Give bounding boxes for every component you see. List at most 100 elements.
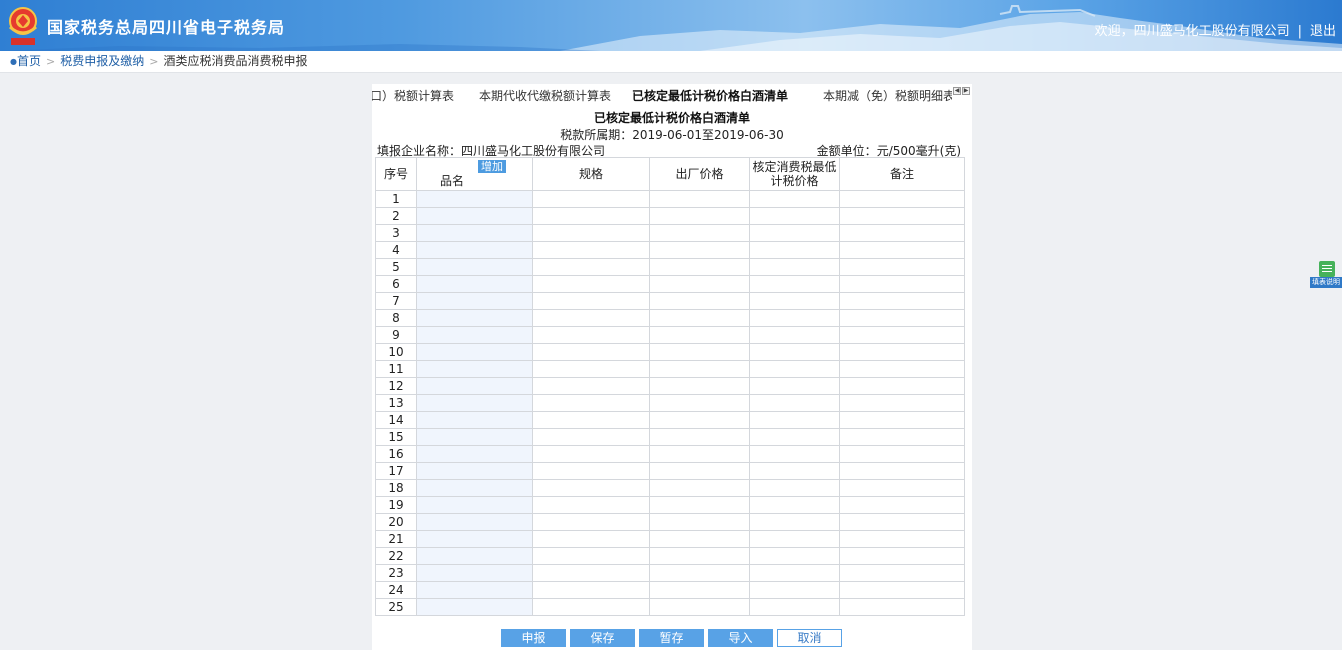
factory-price-cell[interactable] — [649, 275, 750, 293]
remark-cell[interactable] — [839, 564, 965, 582]
form-instructions-widget[interactable]: 填表说明 — [1310, 259, 1342, 289]
min-price-cell[interactable] — [749, 190, 840, 208]
min-price-cell[interactable] — [749, 241, 840, 259]
factory-price-cell[interactable] — [649, 564, 750, 582]
name-cell[interactable] — [416, 224, 533, 242]
name-cell[interactable] — [416, 598, 533, 616]
spec-cell[interactable] — [532, 581, 650, 599]
tab-scroll-left-icon[interactable]: ◀ — [953, 87, 961, 95]
min-price-cell[interactable] — [749, 428, 840, 446]
spec-cell[interactable] — [532, 241, 650, 259]
spec-cell[interactable] — [532, 292, 650, 310]
min-price-cell[interactable] — [749, 394, 840, 412]
factory-price-cell[interactable] — [649, 462, 750, 480]
min-price-cell[interactable] — [749, 547, 840, 565]
min-price-cell[interactable] — [749, 309, 840, 327]
spec-cell[interactable] — [532, 224, 650, 242]
spec-cell[interactable] — [532, 411, 650, 429]
spec-cell[interactable] — [532, 275, 650, 293]
name-cell[interactable] — [416, 428, 533, 446]
min-price-cell[interactable] — [749, 598, 840, 616]
remark-cell[interactable] — [839, 496, 965, 514]
factory-price-cell[interactable] — [649, 190, 750, 208]
factory-price-cell[interactable] — [649, 377, 750, 395]
spec-cell[interactable] — [532, 360, 650, 378]
remark-cell[interactable] — [839, 360, 965, 378]
factory-price-cell[interactable] — [649, 309, 750, 327]
name-cell[interactable] — [416, 513, 533, 531]
factory-price-cell[interactable] — [649, 445, 750, 463]
name-cell[interactable] — [416, 547, 533, 565]
remark-cell[interactable] — [839, 190, 965, 208]
remark-cell[interactable] — [839, 428, 965, 446]
remark-cell[interactable] — [839, 547, 965, 565]
remark-cell[interactable] — [839, 530, 965, 548]
breadcrumb-section-link[interactable]: 税费申报及缴纳 — [60, 54, 144, 68]
remark-cell[interactable] — [839, 275, 965, 293]
name-cell[interactable] — [416, 241, 533, 259]
factory-price-cell[interactable] — [649, 496, 750, 514]
name-cell[interactable] — [416, 496, 533, 514]
spec-cell[interactable] — [532, 547, 650, 565]
min-price-cell[interactable] — [749, 207, 840, 225]
breadcrumb-home-link[interactable]: 首页 — [17, 54, 41, 68]
name-cell[interactable] — [416, 462, 533, 480]
name-cell[interactable] — [416, 343, 533, 361]
remark-cell[interactable] — [839, 343, 965, 361]
remark-cell[interactable] — [839, 462, 965, 480]
add-row-button[interactable]: 增加 — [478, 160, 506, 173]
name-cell[interactable] — [416, 564, 533, 582]
spec-cell[interactable] — [532, 496, 650, 514]
remark-cell[interactable] — [839, 207, 965, 225]
remark-cell[interactable] — [839, 581, 965, 599]
factory-price-cell[interactable] — [649, 428, 750, 446]
name-cell[interactable] — [416, 394, 533, 412]
min-price-cell[interactable] — [749, 462, 840, 480]
tab-tax-relief-detail[interactable]: 本期减（免）税额明细表 — [823, 87, 952, 104]
factory-price-cell[interactable] — [649, 360, 750, 378]
name-cell[interactable] — [416, 258, 533, 276]
min-price-cell[interactable] — [749, 275, 840, 293]
cancel-button[interactable]: 取消 — [777, 629, 842, 647]
spec-cell[interactable] — [532, 445, 650, 463]
remark-cell[interactable] — [839, 224, 965, 242]
remark-cell[interactable] — [839, 479, 965, 497]
name-cell[interactable] — [416, 581, 533, 599]
min-price-cell[interactable] — [749, 377, 840, 395]
spec-cell[interactable] — [532, 479, 650, 497]
factory-price-cell[interactable] — [649, 530, 750, 548]
name-cell[interactable] — [416, 190, 533, 208]
name-cell[interactable] — [416, 377, 533, 395]
name-cell[interactable] — [416, 530, 533, 548]
min-price-cell[interactable] — [749, 581, 840, 599]
min-price-cell[interactable] — [749, 445, 840, 463]
spec-cell[interactable] — [532, 564, 650, 582]
name-cell[interactable] — [416, 479, 533, 497]
min-price-cell[interactable] — [749, 326, 840, 344]
factory-price-cell[interactable] — [649, 241, 750, 259]
min-price-cell[interactable] — [749, 479, 840, 497]
name-cell[interactable] — [416, 360, 533, 378]
factory-price-cell[interactable] — [649, 326, 750, 344]
spec-cell[interactable] — [532, 326, 650, 344]
spec-cell[interactable] — [532, 309, 650, 327]
spec-cell[interactable] — [532, 190, 650, 208]
name-cell[interactable] — [416, 309, 533, 327]
remark-cell[interactable] — [839, 411, 965, 429]
min-price-cell[interactable] — [749, 258, 840, 276]
spec-cell[interactable] — [532, 598, 650, 616]
remark-cell[interactable] — [839, 241, 965, 259]
remark-cell[interactable] — [839, 513, 965, 531]
save-button[interactable]: 保存 — [570, 629, 635, 647]
spec-cell[interactable] — [532, 513, 650, 531]
tab-scroll-right-icon[interactable]: ▶ — [962, 87, 970, 95]
min-price-cell[interactable] — [749, 496, 840, 514]
min-price-cell[interactable] — [749, 360, 840, 378]
spec-cell[interactable] — [532, 377, 650, 395]
min-price-cell[interactable] — [749, 343, 840, 361]
min-price-cell[interactable] — [749, 530, 840, 548]
spec-cell[interactable] — [532, 428, 650, 446]
name-cell[interactable] — [416, 275, 533, 293]
name-cell[interactable] — [416, 292, 533, 310]
spec-cell[interactable] — [532, 530, 650, 548]
